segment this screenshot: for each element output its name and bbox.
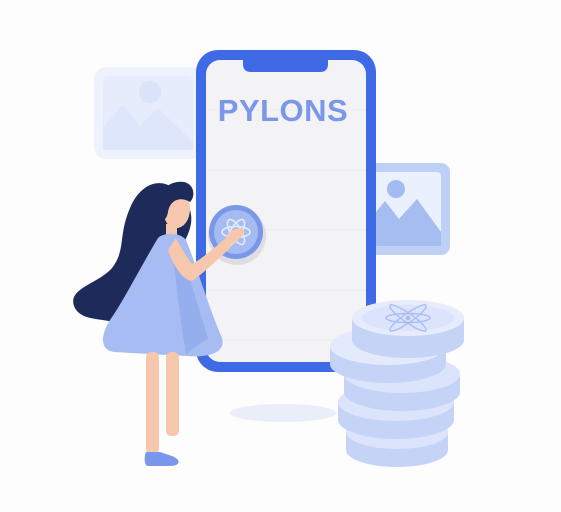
illustration-canvas <box>73 50 464 467</box>
onboarding-illustration: PYLONS <box>0 0 561 512</box>
phone-notch <box>243 60 328 72</box>
ground-shadow <box>230 404 336 422</box>
landscape-photo-icon-back <box>94 67 202 159</box>
brand-title: PYLONS <box>217 93 349 128</box>
coin-top <box>352 300 464 358</box>
